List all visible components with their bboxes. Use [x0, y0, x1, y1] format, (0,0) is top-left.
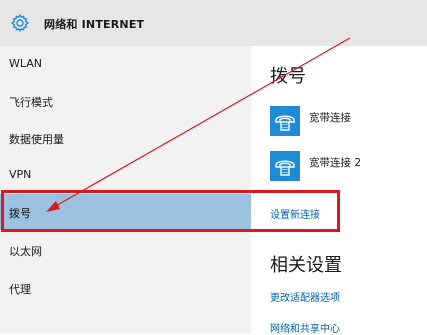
page-title: 网络和 INTERNET [44, 18, 145, 31]
sidebar-item-vpn[interactable]: VPN [0, 157, 251, 193]
dialup-connection-label: 宽带连接 2 [309, 157, 362, 169]
sidebar-item-label: 以太网 [9, 245, 42, 258]
sidebar-item-label: 拨号 [9, 207, 31, 220]
content-pane: 拨号 宽带连接 宽带连接 2 设置新连接 相关设置 更改适配器选项 网络和共享中… [251, 46, 427, 335]
section-heading: 拨号 [270, 66, 306, 87]
sidebar-item-wlan[interactable]: WLAN [0, 46, 251, 82]
sidebar-item-label: 数据使用量 [9, 133, 64, 146]
settings-header: 网络和 INTERNET [0, 0, 427, 46]
sidebar-item-data-usage[interactable]: 数据使用量 [0, 120, 251, 156]
sidebar: WLAN 飞行模式 数据使用量 VPN 拨号 以太网 代理 [0, 46, 251, 333]
dialup-connection-item[interactable]: 宽带连接 [270, 106, 420, 140]
related-settings-heading: 相关设置 [270, 255, 342, 276]
sidebar-item-ethernet[interactable]: 以太网 [0, 232, 251, 268]
sidebar-item-proxy[interactable]: 代理 [0, 270, 251, 306]
dialup-tile [270, 106, 300, 136]
dialup-phone-icon [275, 115, 295, 131]
dialup-tile [270, 151, 300, 181]
change-adapter-options-link[interactable]: 更改适配器选项 [270, 289, 340, 304]
sidebar-item-dialup[interactable]: 拨号 [0, 194, 251, 230]
sidebar-item-airplane-mode[interactable]: 飞行模式 [0, 83, 251, 119]
sidebar-item-label: 飞行模式 [9, 96, 53, 109]
dialup-connection-label: 宽带连接 [309, 112, 351, 124]
dialup-connection-item[interactable]: 宽带连接 2 [270, 151, 420, 185]
dialup-phone-icon [275, 160, 295, 176]
sidebar-item-label: VPN [9, 168, 32, 181]
sidebar-item-label: 代理 [9, 283, 31, 296]
gear-icon [11, 13, 29, 33]
setup-new-connection-link[interactable]: 设置新连接 [270, 206, 320, 221]
sidebar-item-label: WLAN [9, 57, 43, 70]
